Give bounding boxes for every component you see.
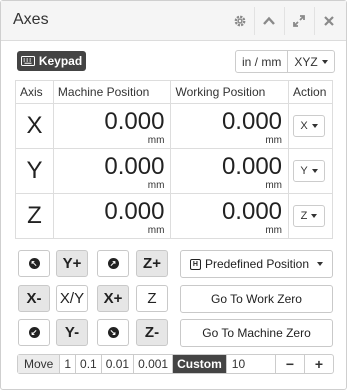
action-cell: Z [288, 193, 333, 239]
machine-position-value: 0.000 [104, 108, 165, 135]
jog-y-minus-button[interactable]: Y- [56, 319, 88, 346]
machine-position-cell: 0.000 mm [52, 193, 172, 239]
working-position-cell: 0.000 mm [170, 193, 290, 239]
table-row: Y 0.000 mm 0.000 mm Y [15, 148, 333, 194]
jog-x-plus-y-minus-button[interactable]: ↘ [97, 319, 129, 346]
step-increase-button[interactable]: + [305, 355, 333, 373]
working-position-value: 0.000 [221, 108, 283, 135]
axes-select-dropdown[interactable]: XYZ [287, 51, 333, 72]
axis-label: Y [15, 148, 54, 194]
jog-z-plus-button[interactable]: Z+ [136, 250, 168, 277]
widget-header: Axes [1, 1, 346, 41]
home-icon: H [189, 258, 201, 270]
axis-label: X [15, 103, 54, 149]
units-toggle-button[interactable]: in / mm [236, 51, 287, 72]
machine-position-cell: 0.000 mm [52, 148, 172, 194]
unit-label: mm [265, 225, 283, 236]
chevron-up-icon[interactable] [255, 7, 283, 35]
axis-action-dropdown[interactable]: X [293, 115, 326, 137]
step-decrease-button[interactable]: − [276, 355, 305, 373]
jog-y-plus-button[interactable]: Y+ [56, 250, 88, 277]
jog-z-minus-button[interactable]: Z- [136, 319, 168, 346]
step-option-0-001[interactable]: 0.001 [134, 355, 174, 373]
go-to-machine-zero-button[interactable]: Go To Machine Zero [180, 319, 333, 347]
custom-step-input[interactable]: 10 [227, 355, 276, 373]
unit-label: mm [147, 180, 165, 191]
axis-label: Z [15, 193, 54, 239]
arrow-up-right-icon: ↗ [107, 258, 119, 269]
col-header-action: Action [288, 80, 333, 104]
col-header-axis: Axis [15, 80, 54, 104]
gear-icon[interactable] [226, 7, 254, 35]
working-position-value: 0.000 [221, 153, 283, 180]
axis-action-dropdown[interactable]: Z [293, 205, 326, 227]
caret-down-icon [317, 262, 324, 266]
machine-position-value: 0.000 [104, 198, 165, 225]
jog-x-plus-y-plus-button[interactable]: ↗ [97, 250, 129, 277]
arrow-down-left-icon: ↙ [28, 327, 40, 338]
caret-down-icon [311, 124, 318, 128]
axis-action-dropdown[interactable]: Y [293, 160, 326, 182]
unit-label: mm [265, 135, 283, 146]
arrow-down-right-icon: ↘ [107, 327, 119, 338]
move-label: Move [18, 355, 61, 373]
caret-down-icon [311, 214, 318, 218]
keypad-button[interactable]: Keypad [17, 51, 86, 71]
go-to-xy-zero-button[interactable]: X/Y [56, 285, 88, 312]
step-option-0-1[interactable]: 0.1 [76, 355, 102, 373]
unit-label: mm [147, 225, 165, 236]
step-option-custom[interactable]: Custom [173, 355, 227, 373]
action-cell: Y [288, 148, 333, 194]
widget-title: Axes [13, 11, 49, 28]
close-icon[interactable] [315, 7, 343, 35]
predefined-position-dropdown[interactable]: H Predefined Position [180, 250, 333, 278]
go-to-z-zero-button[interactable]: Z [136, 285, 168, 312]
jog-x-minus-button[interactable]: X- [18, 285, 50, 312]
working-position-cell: 0.000 mm [170, 103, 290, 149]
unit-label: mm [147, 135, 165, 146]
keypad-label: Keypad [38, 54, 83, 68]
step-option-0-01[interactable]: 0.01 [102, 355, 135, 373]
table-header-row: Axis Machine Position Working Position A… [15, 80, 333, 104]
step-option-1[interactable]: 1 [60, 355, 77, 373]
step-size-bar: Move 1 0.1 0.01 0.001 Custom 10 − + [17, 354, 334, 374]
keyboard-icon [20, 56, 35, 66]
working-position-value: 0.000 [221, 198, 283, 225]
axes-table: Axis Machine Position Working Position A… [15, 80, 333, 239]
machine-position-cell: 0.000 mm [52, 103, 172, 149]
toolbar-group: in / mm XYZ [235, 50, 335, 73]
caret-down-icon [311, 169, 318, 173]
jog-x-minus-y-minus-button[interactable]: ↙ [18, 319, 50, 346]
table-row: Z 0.000 mm 0.000 mm Z [15, 193, 333, 239]
action-cell: X [288, 103, 333, 149]
col-header-working-position: Working Position [170, 80, 290, 104]
go-to-work-zero-button[interactable]: Go To Work Zero [180, 285, 333, 313]
jog-x-plus-button[interactable]: X+ [97, 285, 129, 312]
arrow-up-left-icon: ↖ [28, 258, 40, 269]
jog-x-minus-y-plus-button[interactable]: ↖ [18, 250, 50, 277]
axes-widget: Axes Keypad in / mm XYZ Axis Machine Pos… [0, 0, 347, 390]
table-row: X 0.000 mm 0.000 mm X [15, 103, 333, 149]
working-position-cell: 0.000 mm [170, 148, 290, 194]
machine-position-value: 0.000 [104, 153, 165, 180]
unit-label: mm [265, 180, 283, 191]
col-header-machine-position: Machine Position [52, 80, 172, 104]
caret-down-icon [321, 59, 328, 64]
expand-icon[interactable] [285, 7, 313, 35]
